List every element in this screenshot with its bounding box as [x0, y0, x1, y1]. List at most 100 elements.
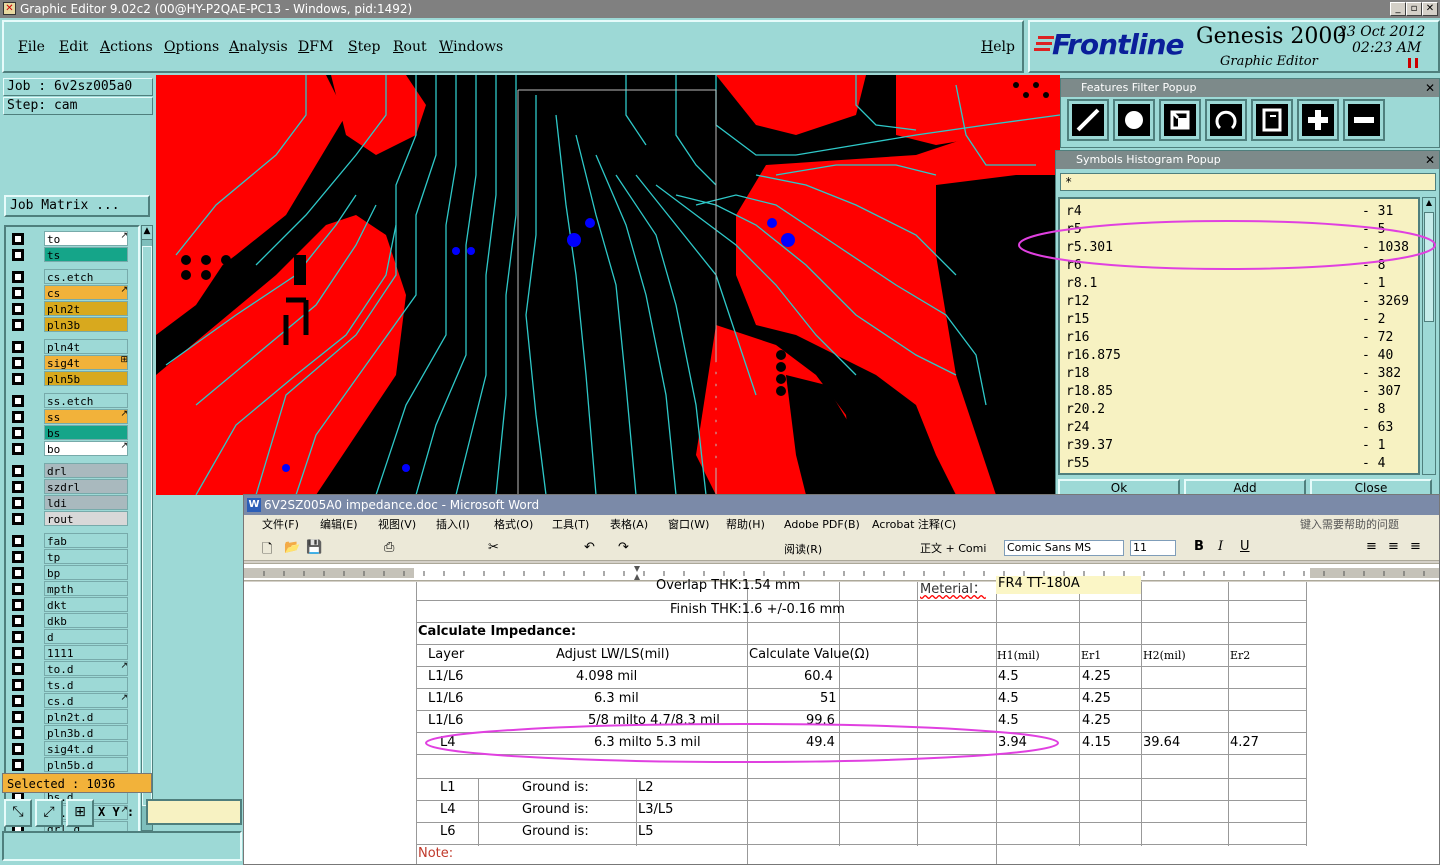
symbol-row[interactable]: r12 - 3269: [1066, 293, 1416, 311]
minimize-button[interactable]: _: [1390, 2, 1406, 16]
maximize-button[interactable]: ▫: [1406, 2, 1422, 16]
symbols-histogram-close-icon[interactable]: ✕: [1425, 153, 1435, 167]
layer-row[interactable]: ts: [10, 247, 130, 262]
layer-name[interactable]: szdrl: [44, 479, 128, 494]
layer-name[interactable]: ss: [44, 409, 128, 424]
layer-checkbox[interactable]: [12, 711, 24, 723]
features-filter-close-icon[interactable]: ✕: [1425, 81, 1435, 95]
layer-name[interactable]: ss.etch: [44, 393, 128, 408]
command-line[interactable]: [2, 831, 242, 861]
layer-row[interactable]: sig4t.d: [10, 741, 130, 756]
layer-row[interactable]: bp: [10, 565, 130, 580]
layer-row[interactable]: pln3b: [10, 317, 130, 332]
layer-checkbox[interactable]: [12, 319, 24, 331]
word-menu-adobe-pdf[interactable]: Adobe PDF(B): [784, 515, 860, 535]
menu-step[interactable]: Step: [348, 39, 380, 55]
layer-list-scrollbar[interactable]: ▲ ▼: [141, 225, 153, 845]
layer-checkbox[interactable]: [12, 551, 24, 563]
word-menu-help[interactable]: 帮助(H): [726, 515, 765, 535]
layer-checkbox[interactable]: [12, 357, 24, 369]
layer-row[interactable]: dkb: [10, 613, 130, 628]
layer-row[interactable]: ss ↗: [10, 409, 130, 424]
layer-row[interactable]: ts.d: [10, 677, 130, 692]
arc-icon[interactable]: [1205, 99, 1247, 141]
layer-row[interactable]: pln2t.d: [10, 709, 130, 724]
word-menu-window[interactable]: 窗口(W): [668, 515, 709, 535]
layer-checkbox[interactable]: [12, 271, 24, 283]
layer-name[interactable]: cs: [44, 285, 128, 300]
word-menu-view[interactable]: 视图(V): [378, 515, 416, 535]
layer-row[interactable]: pln5b: [10, 371, 130, 386]
layer-name[interactable]: ts.d: [44, 677, 128, 692]
word-menu-acrobat[interactable]: Acrobat 注释(C): [872, 515, 956, 535]
layer-name[interactable]: bo: [44, 441, 128, 456]
symbol-row[interactable]: r24 - 63: [1066, 419, 1416, 437]
word-help-hint[interactable]: 键入需要帮助的问题: [1300, 515, 1399, 535]
style-dropdown[interactable]: 正文 + Comi: [920, 540, 986, 556]
save-icon[interactable]: 💾: [306, 540, 322, 555]
layer-checkbox[interactable]: [12, 465, 24, 477]
layer-name[interactable]: cs.d: [44, 693, 128, 708]
symbol-filter-input[interactable]: *: [1060, 173, 1436, 191]
word-menu-file[interactable]: 文件(F): [262, 515, 299, 535]
menu-options[interactable]: Options: [164, 39, 219, 55]
layer-name[interactable]: pln2t.d: [44, 709, 128, 724]
layer-row[interactable]: pln5b.d: [10, 757, 130, 772]
align-center-icon[interactable]: ≡: [1388, 539, 1399, 554]
word-menu-tools[interactable]: 工具(T): [552, 515, 589, 535]
layer-name[interactable]: sig4t.d: [44, 741, 128, 756]
layer-checkbox[interactable]: [12, 481, 24, 493]
layer-name[interactable]: to.d: [44, 661, 128, 676]
layer-name[interactable]: dkb: [44, 613, 128, 628]
pcb-graphic-canvas[interactable]: [156, 75, 1060, 495]
bold-icon[interactable]: B: [1194, 539, 1204, 554]
word-title-bar[interactable]: 6V2SZ005A0 impedance.doc - Microsoft Wor…: [244, 495, 1439, 515]
layer-checkbox[interactable]: [12, 615, 24, 627]
layer-row[interactable]: drl: [10, 463, 130, 478]
layer-row[interactable]: to.d ↗: [10, 661, 130, 676]
layer-checkbox[interactable]: [12, 249, 24, 261]
job-matrix-button[interactable]: Job Matrix ...: [4, 195, 150, 217]
word-menu-insert[interactable]: 插入(I): [436, 515, 470, 535]
align-right-icon[interactable]: ≡: [1410, 539, 1421, 554]
layer-checkbox[interactable]: [12, 233, 24, 245]
undo-icon[interactable]: ↶: [584, 540, 595, 555]
layer-row[interactable]: ss.etch: [10, 393, 130, 408]
word-menu-table[interactable]: 表格(A): [610, 515, 648, 535]
redo-icon[interactable]: ↷: [618, 540, 629, 555]
symbol-row[interactable]: r18.85 - 307: [1066, 383, 1416, 401]
layer-name[interactable]: tp: [44, 549, 128, 564]
symbol-row[interactable]: r55 - 4: [1066, 455, 1416, 473]
layer-checkbox[interactable]: [12, 743, 24, 755]
layer-checkbox[interactable]: [12, 679, 24, 691]
layer-row[interactable]: bo ↗: [10, 441, 130, 456]
layer-checkbox[interactable]: [12, 599, 24, 611]
layer-name[interactable]: pln3b: [44, 317, 128, 332]
layer-row[interactable]: cs.etch: [10, 269, 130, 284]
new-doc-icon[interactable]: 🗋: [262, 540, 272, 562]
line-icon[interactable]: [1067, 99, 1109, 141]
layer-row[interactable]: cs ↗: [10, 285, 130, 300]
print-icon[interactable]: ⎙: [384, 540, 394, 555]
layer-checkbox[interactable]: [12, 303, 24, 315]
layer-name[interactable]: bs: [44, 425, 128, 440]
layer-name[interactable]: 1111: [44, 645, 128, 660]
word-menu-edit[interactable]: 编辑(E): [320, 515, 358, 535]
add-icon[interactable]: [1297, 99, 1339, 141]
document-page[interactable]: Overlap THK:1.54 mm Meterial： FR4 TT-180…: [244, 576, 1439, 864]
layer-name[interactable]: fab: [44, 533, 128, 548]
underline-icon[interactable]: U: [1240, 539, 1250, 554]
layer-name[interactable]: d: [44, 629, 128, 644]
layer-row[interactable]: 1111: [10, 645, 130, 660]
layer-name[interactable]: pln3b.d: [44, 725, 128, 740]
layer-row[interactable]: fab: [10, 533, 130, 548]
layer-row[interactable]: cs.d ↗: [10, 693, 130, 708]
layer-name[interactable]: mpth: [44, 581, 128, 596]
layer-name[interactable]: pln2t: [44, 301, 128, 316]
layer-checkbox[interactable]: [12, 427, 24, 439]
xy-coordinate-field[interactable]: [146, 799, 242, 825]
remove-icon[interactable]: [1343, 99, 1385, 141]
layer-row[interactable]: bs: [10, 425, 130, 440]
layer-checkbox[interactable]: [12, 647, 24, 659]
symbol-row[interactable]: r20.2 - 8: [1066, 401, 1416, 419]
